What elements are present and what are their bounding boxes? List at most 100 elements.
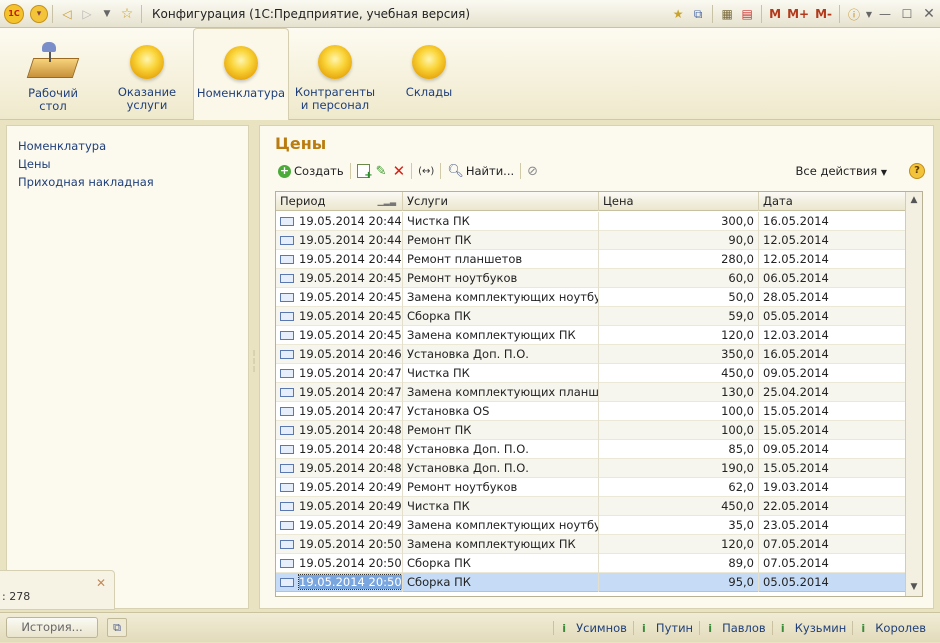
help-icon[interactable]: ? bbox=[909, 163, 925, 179]
close-notification-icon[interactable]: ✕ bbox=[96, 576, 106, 590]
create-button[interactable]: + Создать bbox=[275, 161, 347, 181]
edit-button[interactable]: ✎ bbox=[373, 161, 390, 181]
close-icon[interactable]: ✕ bbox=[918, 4, 940, 24]
history-button[interactable]: История... bbox=[6, 617, 98, 638]
register-record-icon bbox=[280, 445, 294, 454]
table-row[interactable]: 19.05.2014 20:46:22Установка Доп. П.О.35… bbox=[276, 345, 906, 364]
column-header-services[interactable]: Услуги bbox=[403, 192, 599, 211]
table-header: Период ▁▂▃ Услуги Цена Дата bbox=[276, 192, 906, 211]
notification-popup: ✕ : 278 bbox=[0, 570, 115, 610]
table-row[interactable]: 19.05.2014 20:47:35Замена комплектующих … bbox=[276, 383, 906, 402]
table-row[interactable]: 19.05.2014 20:49:18Ремонт ноутбуков62,01… bbox=[276, 478, 906, 497]
table-row[interactable]: 19.05.2014 20:45:29Сборка ПК59,005.05.20… bbox=[276, 307, 906, 326]
user-item[interactable]: i Усимнов bbox=[553, 621, 633, 635]
table-row[interactable]: 19.05.2014 20:44:52Ремонт планшетов280,0… bbox=[276, 250, 906, 269]
section-label: Склады bbox=[405, 85, 453, 99]
favorites-star-icon[interactable]: ☆ bbox=[117, 4, 137, 24]
cell-price: 100,0 bbox=[599, 421, 759, 440]
cell-price: 95,0 bbox=[599, 573, 759, 592]
column-header-price[interactable]: Цена bbox=[599, 192, 759, 211]
info-icon[interactable]: ⓘ bbox=[844, 4, 864, 24]
cell-service: Замена комплектующих ПК bbox=[403, 326, 599, 345]
table-row[interactable]: 19.05.2014 20:48:26Установка Доп. П.О.85… bbox=[276, 440, 906, 459]
cancel-search-button[interactable]: ⊘ bbox=[524, 161, 541, 181]
cancel-search-icon: ⊘ bbox=[527, 163, 539, 179]
create-label: Создать bbox=[294, 164, 344, 178]
main-menu-button[interactable]: ▾ bbox=[30, 4, 48, 23]
table-row[interactable]: 19.05.2014 20:47:23Чистка ПК450,009.05.2… bbox=[276, 364, 906, 383]
section-contractors[interactable]: Контрагенты и персонал bbox=[292, 28, 378, 120]
minimize-icon[interactable]: — bbox=[874, 4, 896, 24]
sort-ascending-icon: ▁▂▃ bbox=[377, 197, 396, 206]
app-logo-icon[interactable]: 1С bbox=[4, 3, 24, 24]
memory-m-minus-button[interactable]: M- bbox=[812, 7, 835, 21]
cell-service: Ремонт планшетов bbox=[403, 250, 599, 269]
period-text: 19.05.2014 20:45:15 bbox=[299, 290, 402, 304]
user-item[interactable]: i Путин bbox=[632, 621, 699, 635]
all-actions-label: Все действия bbox=[795, 164, 878, 178]
nav-item-prices[interactable]: Цены bbox=[18, 155, 248, 173]
period-text: 19.05.2014 20:46:22 bbox=[299, 347, 402, 361]
back-arrow-icon[interactable]: ◁ bbox=[57, 4, 77, 24]
section-services[interactable]: Оказание услуги bbox=[106, 28, 188, 120]
cell-date: 12.05.2014 bbox=[759, 231, 906, 250]
cell-price: 60,0 bbox=[599, 269, 759, 288]
table-row[interactable]: 19.05.2014 20:50:06Замена комплектующих … bbox=[276, 535, 906, 554]
add-favorite-icon[interactable]: ★ bbox=[668, 4, 688, 24]
content-panel: Цены + Создать ✎ ✕ (↔) 🔍︎ Найти... ⊘ Все… bbox=[259, 125, 934, 609]
cell-period: 19.05.2014 20:46:22 bbox=[276, 345, 403, 364]
cell-price: 120,0 bbox=[599, 326, 759, 345]
memory-m-plus-button[interactable]: M+ bbox=[784, 7, 812, 21]
find-button[interactable]: 🔍︎ Найти... bbox=[444, 161, 517, 181]
table-row[interactable]: 19.05.2014 20:50:53Сборка ПК95,005.05.20… bbox=[276, 573, 906, 592]
cell-price: 450,0 bbox=[599, 497, 759, 516]
period-range-icon: (↔) bbox=[418, 165, 435, 177]
section-warehouses[interactable]: Склады bbox=[386, 28, 472, 120]
column-header-date[interactable]: Дата bbox=[759, 192, 906, 211]
maximize-icon[interactable]: ☐ bbox=[896, 4, 918, 24]
section-nomenclature[interactable]: Номенклатура bbox=[193, 28, 289, 120]
table-row[interactable]: 19.05.2014 20:47:57Установка OS100,015.0… bbox=[276, 402, 906, 421]
calendar-icon[interactable]: ▤ bbox=[737, 4, 757, 24]
cell-period: 19.05.2014 20:47:23 bbox=[276, 364, 403, 383]
column-header-period[interactable]: Период ▁▂▃ bbox=[276, 192, 403, 211]
table-row[interactable]: 19.05.2014 20:48:51Установка Доп. П.О.19… bbox=[276, 459, 906, 478]
scroll-down-icon[interactable]: ▼ bbox=[906, 579, 922, 596]
table-row[interactable]: 19.05.2014 20:44:21Чистка ПК300,016.05.2… bbox=[276, 212, 906, 231]
memory-m-button[interactable]: M bbox=[766, 7, 784, 21]
table-row[interactable]: 19.05.2014 20:44:39Ремонт ПК90,012.05.20… bbox=[276, 231, 906, 250]
table-row[interactable]: 19.05.2014 20:49:50Замена комплектующих … bbox=[276, 516, 906, 535]
section-desktop[interactable]: Рабочий стол bbox=[12, 28, 94, 120]
user-item[interactable]: i Павлов bbox=[699, 621, 772, 635]
table-row[interactable]: 19.05.2014 20:45:15Замена комплектующих … bbox=[276, 288, 906, 307]
prices-table[interactable]: Период ▁▂▃ Услуги Цена Дата 19.05.2014 2… bbox=[275, 191, 923, 597]
delete-button[interactable]: ✕ bbox=[390, 161, 409, 181]
cell-period: 19.05.2014 20:45:04 bbox=[276, 269, 403, 288]
all-actions-menu[interactable]: Все действия ▼ bbox=[796, 160, 887, 182]
link-icon[interactable]: ⧉ bbox=[688, 4, 708, 24]
forward-arrow-icon[interactable]: ▷ bbox=[77, 4, 97, 24]
table-row[interactable]: 19.05.2014 20:45:04Ремонт ноутбуков60,00… bbox=[276, 269, 906, 288]
copy-button[interactable] bbox=[354, 161, 373, 181]
info-dropdown-icon[interactable]: ▼ bbox=[864, 4, 874, 24]
set-period-button[interactable]: (↔) bbox=[415, 161, 437, 181]
panel-splitter[interactable]: ⁝ ⁝ ⁝ bbox=[251, 350, 257, 380]
user-item[interactable]: i Кузьмин bbox=[771, 621, 853, 635]
messages-icon[interactable]: ⧉ bbox=[107, 618, 127, 637]
table-row[interactable]: 19.05.2014 20:48:12Ремонт ПК100,015.05.2… bbox=[276, 421, 906, 440]
table-row[interactable]: 19.05.2014 20:50:41Сборка ПК89,007.05.20… bbox=[276, 554, 906, 573]
period-text: 19.05.2014 20:44:52 bbox=[299, 252, 402, 266]
scroll-up-icon[interactable]: ▲ bbox=[906, 192, 922, 209]
table-row[interactable]: 19.05.2014 20:49:34Чистка ПК450,022.05.2… bbox=[276, 497, 906, 516]
table-row[interactable]: 19.05.2014 20:45:55Замена комплектующих … bbox=[276, 326, 906, 345]
nav-item-invoice[interactable]: Приходная накладная bbox=[18, 173, 248, 191]
nav-item-nomenclature[interactable]: Номенклатура bbox=[18, 137, 248, 155]
calculator-icon[interactable]: ▦ bbox=[717, 4, 737, 24]
cell-date: 15.05.2014 bbox=[759, 459, 906, 478]
notification-text: : 278 bbox=[2, 590, 31, 603]
history-dropdown-icon[interactable]: ▼ bbox=[97, 4, 117, 24]
vertical-scrollbar[interactable]: ▲ ▼ bbox=[905, 192, 922, 596]
user-item[interactable]: i Королев bbox=[852, 621, 932, 635]
cell-service: Ремонт ноутбуков bbox=[403, 269, 599, 288]
user-name: Королев bbox=[875, 621, 926, 635]
